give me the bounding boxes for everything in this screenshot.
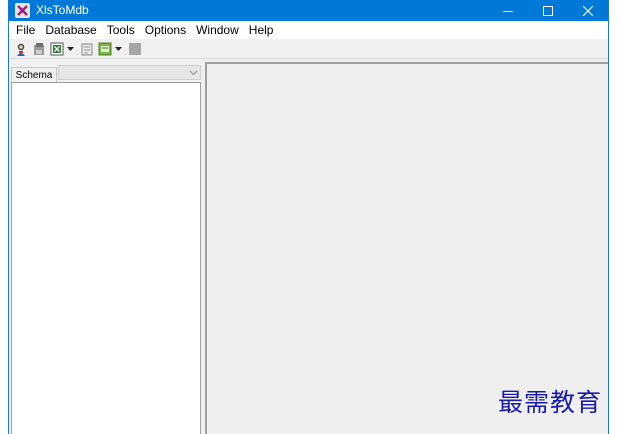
toolbar: [9, 39, 608, 59]
save-icon: [33, 42, 44, 55]
wizard-button[interactable]: [12, 40, 29, 57]
stop-button[interactable]: [126, 40, 143, 57]
schema-tree[interactable]: [11, 82, 201, 434]
close-icon: [583, 5, 593, 16]
title-bar[interactable]: XlsToMdb: [9, 0, 608, 21]
close-button[interactable]: [568, 0, 608, 21]
menu-help[interactable]: Help: [244, 21, 279, 39]
minimize-button[interactable]: [488, 0, 528, 21]
save-button[interactable]: [30, 40, 47, 57]
minimize-icon: [503, 10, 513, 12]
schema-pane: Schema: [9, 63, 202, 434]
chevron-down-icon: [189, 70, 198, 76]
script-dropdown-button[interactable]: [114, 40, 123, 57]
menu-bar: File Database Tools Options Window Help: [9, 21, 608, 39]
menu-options[interactable]: Options: [140, 21, 191, 39]
menu-window[interactable]: Window: [191, 21, 244, 39]
maximize-icon: [543, 5, 553, 16]
schema-select[interactable]: [58, 65, 201, 80]
script-icon: [98, 42, 111, 55]
window-title: XlsToMdb: [36, 3, 89, 17]
app-logo-icon: [15, 3, 30, 18]
wizard-icon: [16, 43, 25, 56]
mdi-client-area: [205, 62, 608, 434]
menu-database[interactable]: Database: [40, 21, 101, 39]
tab-schema[interactable]: Schema: [11, 67, 57, 83]
report-icon: [81, 43, 92, 55]
chevron-down-icon: [115, 46, 122, 51]
maximize-button[interactable]: [528, 0, 568, 21]
report-button[interactable]: [78, 40, 95, 57]
menu-tools[interactable]: Tools: [102, 21, 140, 39]
script-button[interactable]: [96, 40, 113, 57]
excel-icon: [50, 42, 63, 55]
chevron-down-icon: [67, 46, 74, 51]
app-window: XlsToMdb File Database Tools Options Win…: [8, 0, 609, 434]
watermark-text: 最需教育: [498, 388, 603, 417]
excel-dropdown-button[interactable]: [66, 40, 75, 57]
stop-icon: [128, 42, 141, 55]
excel-button[interactable]: [48, 40, 65, 57]
menu-file[interactable]: File: [11, 21, 40, 39]
